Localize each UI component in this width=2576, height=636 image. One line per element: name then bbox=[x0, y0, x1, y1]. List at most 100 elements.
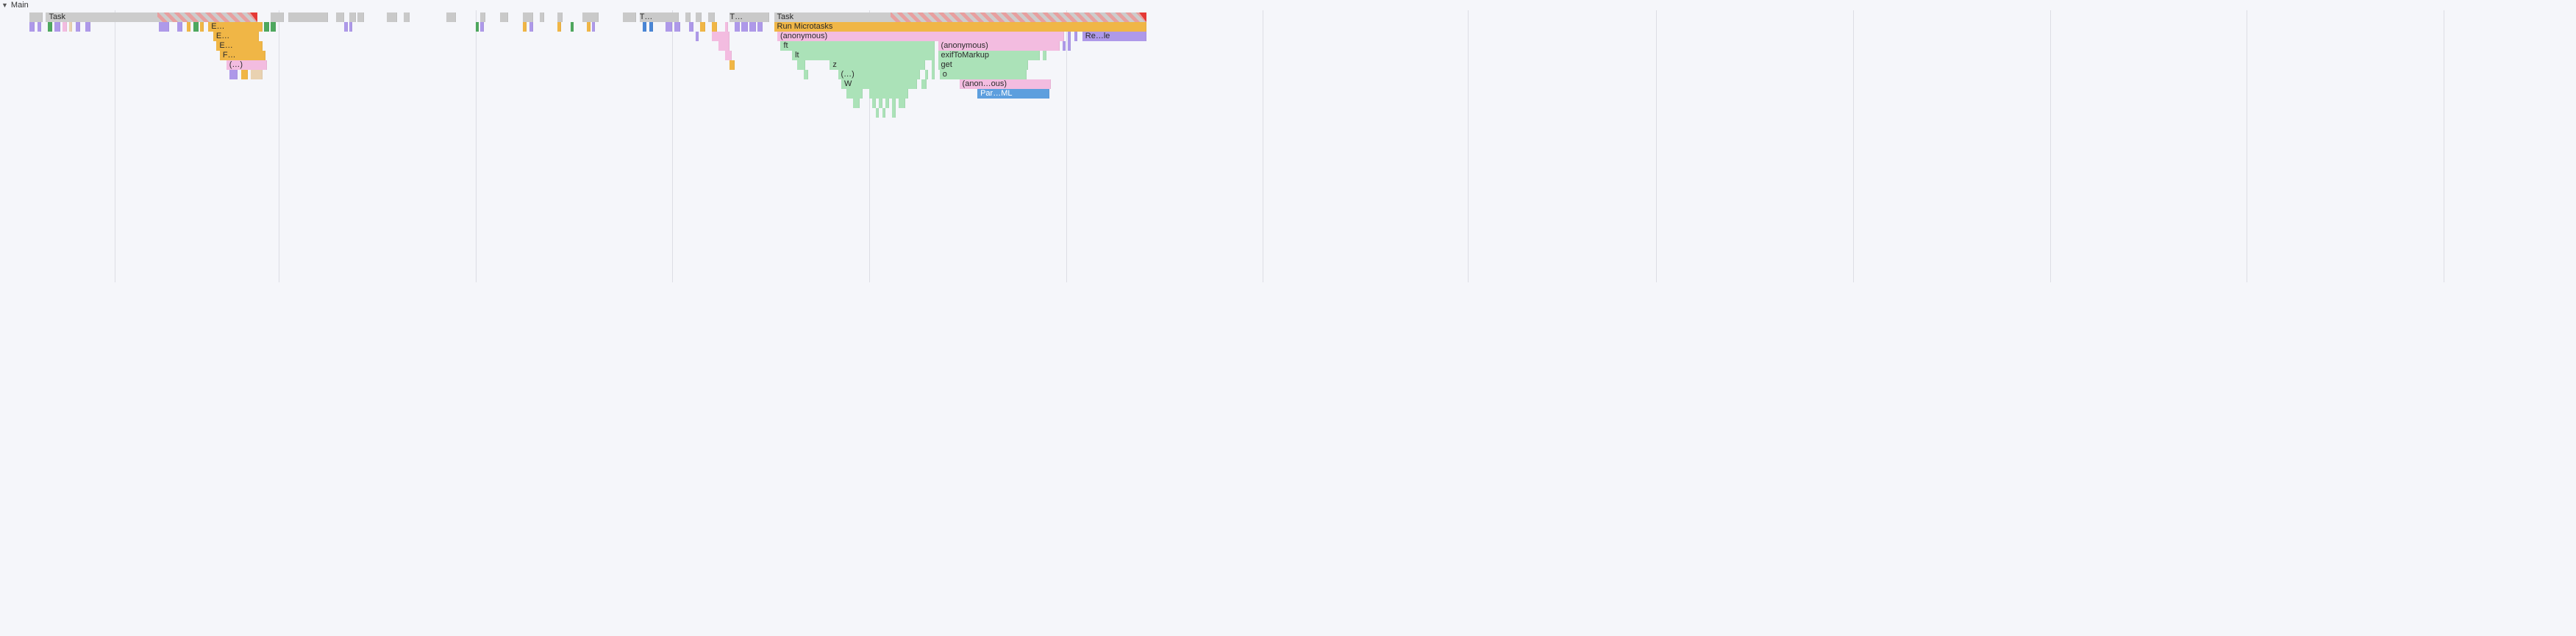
flame-bar[interactable] bbox=[54, 22, 61, 32]
flame-bar[interactable] bbox=[404, 12, 410, 22]
flame-bar[interactable] bbox=[177, 22, 182, 32]
flame-bar[interactable] bbox=[623, 12, 636, 22]
flame-bar[interactable] bbox=[200, 22, 203, 32]
flame-bar[interactable] bbox=[712, 22, 717, 32]
flame-bar-run_microtasks[interactable]: Run Microtasks bbox=[774, 22, 1146, 32]
flame-bar-par_ml[interactable]: Par…ML bbox=[977, 89, 1049, 99]
flame-bar[interactable] bbox=[643, 22, 646, 32]
flame-bar[interactable] bbox=[63, 22, 68, 32]
flame-bar[interactable] bbox=[523, 12, 532, 22]
flame-bar[interactable] bbox=[357, 12, 364, 22]
flame-bar-lt[interactable]: lt bbox=[792, 51, 935, 60]
flame-bar[interactable] bbox=[587, 22, 590, 32]
flame-bar[interactable] bbox=[1074, 32, 1077, 41]
flame-bar[interactable] bbox=[797, 60, 805, 70]
flame-bar[interactable] bbox=[649, 22, 652, 32]
flame-bar-z[interactable]: z bbox=[829, 60, 924, 70]
flame-bar-anonymous[interactable]: (anonymous) bbox=[938, 41, 1060, 51]
flame-bar[interactable] bbox=[685, 12, 691, 22]
flame-bar[interactable] bbox=[344, 22, 347, 32]
flame-bar-get[interactable]: get bbox=[938, 60, 1029, 70]
flame-bar[interactable] bbox=[29, 22, 35, 32]
flame-bar[interactable] bbox=[85, 22, 90, 32]
flame-bar-t_trunc[interactable]: T… bbox=[729, 12, 769, 22]
flame-bar-anonymous[interactable]: (anonymous) bbox=[777, 32, 1064, 41]
flame-bar-exifToMarkup[interactable]: exifToMarkup bbox=[938, 51, 1040, 60]
flame-bar[interactable] bbox=[899, 99, 905, 108]
flame-bar[interactable] bbox=[29, 12, 43, 22]
flame-bar[interactable] bbox=[725, 22, 728, 32]
thread-header[interactable]: ▼ Main bbox=[0, 0, 1147, 10]
flame-bar[interactable] bbox=[157, 12, 257, 22]
flame-bar-paren[interactable]: (…) bbox=[226, 60, 268, 70]
flame-bar[interactable] bbox=[159, 22, 168, 32]
flame-bar[interactable] bbox=[571, 22, 574, 32]
flame-bar-t_trunc[interactable]: T… bbox=[640, 12, 679, 22]
flame-bar[interactable] bbox=[500, 12, 508, 22]
flame-bar[interactable] bbox=[666, 22, 672, 32]
flame-bar[interactable] bbox=[592, 22, 595, 32]
flame-bar[interactable] bbox=[882, 108, 885, 118]
flame-bar-o[interactable]: o bbox=[940, 70, 1027, 79]
flame-bar[interactable] bbox=[869, 89, 909, 99]
flame-bar[interactable] bbox=[271, 12, 284, 22]
flame-bar[interactable] bbox=[696, 32, 699, 41]
flame-bar[interactable] bbox=[712, 32, 730, 41]
flame-bar[interactable] bbox=[349, 22, 352, 32]
flame-bar[interactable] bbox=[69, 22, 72, 32]
flame-bar-w[interactable]: W bbox=[841, 79, 917, 89]
flame-bar[interactable] bbox=[582, 12, 599, 22]
flame-bar[interactable] bbox=[892, 99, 895, 108]
flame-bar[interactable] bbox=[476, 22, 479, 32]
flame-bar[interactable] bbox=[879, 99, 882, 108]
flame-bar[interactable] bbox=[193, 22, 199, 32]
flame-bar[interactable] bbox=[757, 22, 763, 32]
flame-bar[interactable] bbox=[187, 22, 190, 32]
flame-bar-f[interactable]: F… bbox=[220, 51, 265, 60]
disclosure-triangle-icon[interactable]: ▼ bbox=[1, 1, 8, 9]
flame-bar[interactable] bbox=[349, 12, 356, 22]
flame-bar[interactable] bbox=[288, 12, 328, 22]
flame-bar[interactable] bbox=[76, 22, 81, 32]
flame-bar-paren[interactable]: (…) bbox=[838, 70, 921, 79]
flame-bar-e[interactable]: E… bbox=[213, 32, 259, 41]
flame-bar[interactable] bbox=[1068, 32, 1071, 41]
flame-bar[interactable] bbox=[689, 22, 694, 32]
flame-bar[interactable] bbox=[846, 89, 863, 99]
flame-bar[interactable] bbox=[735, 22, 740, 32]
flame-bar[interactable] bbox=[557, 12, 563, 22]
flame-bar[interactable] bbox=[696, 12, 702, 22]
flame-bar[interactable] bbox=[891, 12, 1146, 22]
flame-bar[interactable] bbox=[921, 79, 927, 89]
flame-bar[interactable] bbox=[872, 99, 875, 108]
flame-bar[interactable] bbox=[241, 70, 248, 79]
flame-bar[interactable] bbox=[749, 22, 756, 32]
flame-bar[interactable] bbox=[718, 41, 730, 51]
flame-bar[interactable] bbox=[1068, 41, 1071, 51]
flame-bar[interactable] bbox=[885, 99, 888, 108]
flame-bar[interactable] bbox=[540, 12, 545, 22]
flame-bar[interactable] bbox=[264, 22, 269, 32]
flame-bar[interactable] bbox=[925, 70, 928, 79]
flame-bar[interactable] bbox=[48, 22, 53, 32]
flame-bar[interactable] bbox=[446, 12, 456, 22]
flame-bar[interactable] bbox=[480, 22, 483, 32]
flame-bar[interactable] bbox=[480, 12, 485, 22]
flame-bar-e[interactable]: E… bbox=[216, 41, 262, 51]
flame-bar-e[interactable]: E… bbox=[208, 22, 263, 32]
flame-bar[interactable] bbox=[708, 12, 715, 22]
flame-bar[interactable] bbox=[523, 22, 526, 32]
flame-bar[interactable] bbox=[557, 22, 560, 32]
flame-bar[interactable] bbox=[804, 70, 809, 79]
flame-bar[interactable] bbox=[1043, 51, 1046, 60]
flame-bar[interactable] bbox=[932, 60, 935, 70]
flame-bar[interactable] bbox=[700, 22, 705, 32]
flame-bar[interactable] bbox=[932, 70, 935, 79]
flame-bar[interactable] bbox=[674, 22, 681, 32]
flame-bar[interactable] bbox=[38, 22, 40, 32]
flame-bar[interactable] bbox=[853, 99, 860, 108]
flame-bar[interactable] bbox=[229, 70, 238, 79]
flame-bar[interactable] bbox=[892, 108, 895, 118]
flame-bar-anon_ous[interactable]: (anon…ous) bbox=[960, 79, 1052, 89]
flame-bar-ft[interactable]: ft bbox=[780, 41, 935, 51]
